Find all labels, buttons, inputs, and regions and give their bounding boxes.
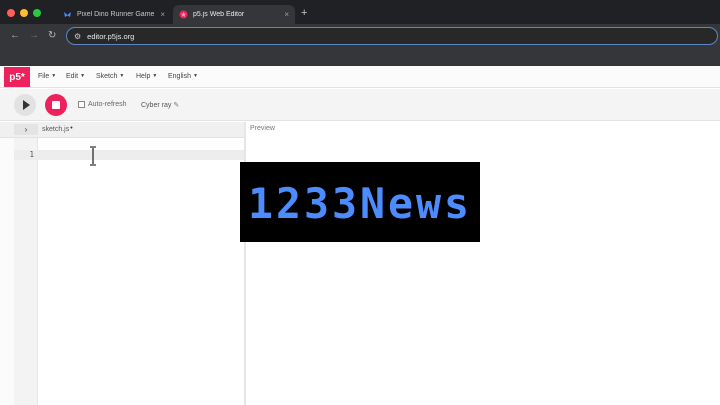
canvas-text: 1233News [248, 179, 472, 228]
menu-language[interactable]: English ▼ [168, 73, 198, 80]
preview-canvas[interactable]: 1233News [240, 162, 480, 242]
pencil-icon[interactable]: ✎ [173, 102, 179, 109]
chevron-right-icon: › [24, 125, 28, 134]
chevron-down-icon: ▼ [192, 73, 198, 79]
menu-edit[interactable]: Edit ▼ [66, 73, 85, 80]
tab-title: p5.js Web Editor [193, 11, 245, 18]
tab-pixel-dino[interactable]: Pixel Dino Runner Game p5.js × [57, 5, 171, 24]
menu-label: Help [136, 73, 151, 80]
p5-logo[interactable]: p5* [4, 67, 30, 87]
minimize-window-button[interactable] [20, 9, 28, 17]
menu-label: File [38, 73, 50, 80]
canvas-text-svg: 1233News [248, 179, 472, 228]
stop-icon [52, 101, 60, 109]
reload-icon[interactable]: ↻ [48, 30, 56, 42]
bookmarks-bar [0, 48, 720, 66]
chevron-down-icon: ▼ [51, 73, 57, 79]
site-settings-icon[interactable]: ⚙ [74, 32, 81, 41]
menu-label: Sketch [96, 73, 118, 80]
editor-left-margin [0, 138, 14, 405]
line-number-gutter [14, 138, 38, 405]
menu-file[interactable]: File ▼ [38, 73, 56, 80]
chevron-down-icon: ▼ [119, 73, 125, 79]
stop-button[interactable] [45, 94, 67, 116]
close-tab-icon[interactable]: × [284, 10, 289, 19]
sketch-name-text: Cyber ray [141, 102, 172, 109]
close-tab-icon[interactable]: × [160, 10, 165, 19]
menu-label: English [168, 73, 191, 80]
menu-label: Edit [66, 73, 79, 80]
back-arrow-icon[interactable]: ← [10, 30, 20, 42]
close-window-button[interactable] [7, 9, 15, 17]
forward-arrow-icon[interactable]: → [29, 30, 39, 42]
active-line-highlight [14, 150, 244, 160]
p5-star-icon [179, 10, 188, 19]
code-editor[interactable] [38, 138, 244, 405]
auto-refresh-label: Auto-refresh [88, 101, 127, 108]
tab-p5-web-editor[interactable]: p5.js Web Editor × [173, 5, 295, 24]
maximize-window-button[interactable] [33, 9, 41, 17]
chevron-down-icon: ▼ [152, 73, 158, 79]
file-tab[interactable]: sketch.js• [42, 125, 73, 133]
text-cursor-icon [90, 146, 96, 166]
preview-label: Preview [250, 125, 275, 132]
address-bar[interactable]: ⚙ editor.p5js.org [66, 27, 718, 45]
play-icon [22, 100, 30, 110]
menu-sketch[interactable]: Sketch ▼ [96, 73, 124, 80]
blue-bird-icon [63, 10, 72, 19]
new-tab-button[interactable]: + [301, 7, 307, 19]
tab-title: Pixel Dino Runner Game p5.js [77, 11, 156, 18]
line-number: 1 [29, 150, 34, 159]
unsaved-indicator: • [70, 125, 73, 132]
filename-text: sketch.js [42, 126, 70, 133]
menu-help[interactable]: Help ▼ [136, 73, 157, 80]
url-text: editor.p5js.org [87, 31, 135, 41]
play-button[interactable] [14, 94, 36, 116]
chevron-down-icon: ▼ [80, 73, 86, 79]
auto-refresh-checkbox[interactable] [78, 101, 85, 108]
sidebar-toggle-button[interactable]: › [14, 124, 38, 135]
sketch-name[interactable]: Cyber ray ✎ [141, 101, 179, 109]
